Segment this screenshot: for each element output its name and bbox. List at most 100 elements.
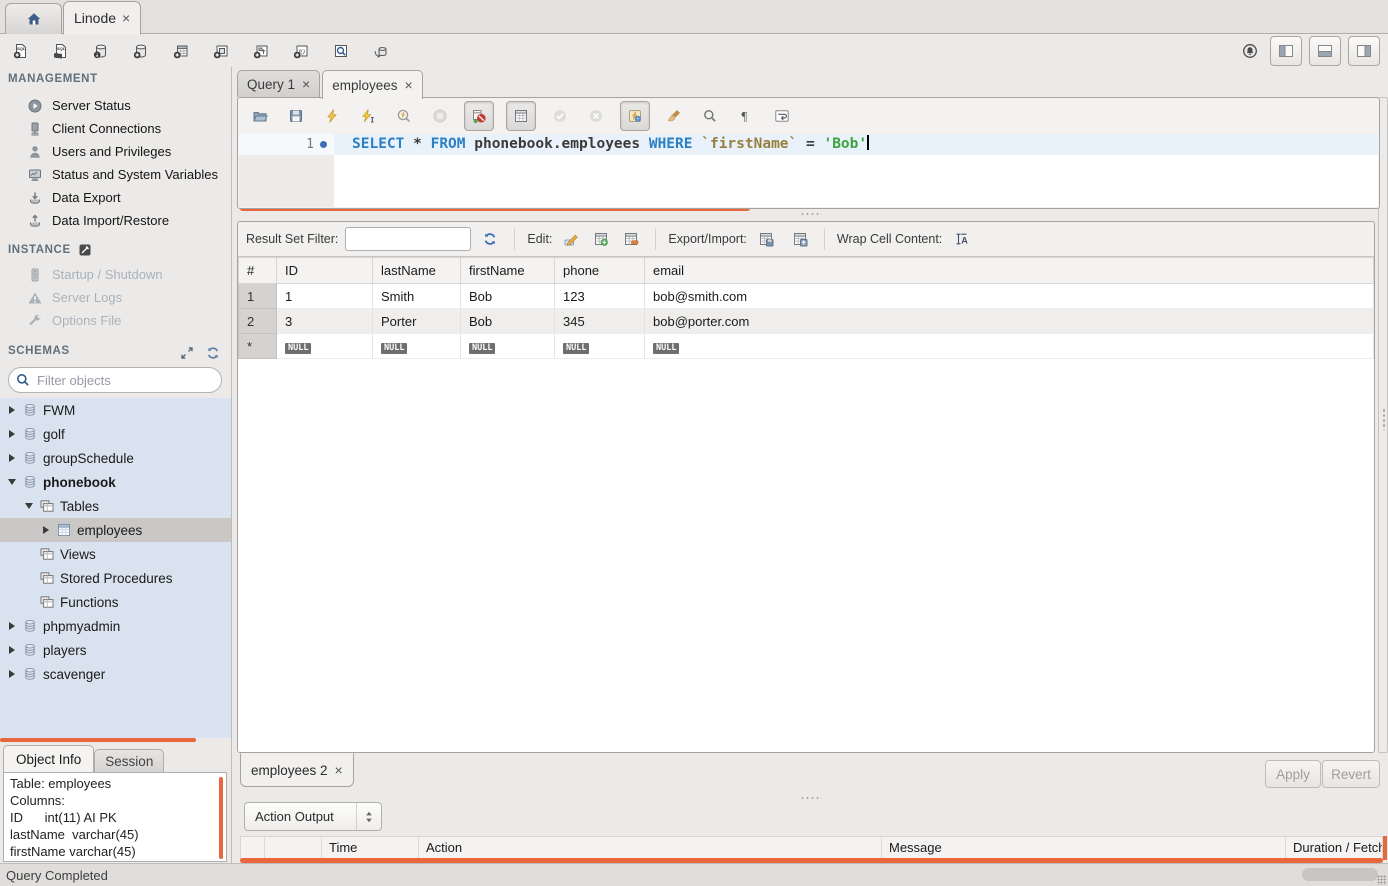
apply-button[interactable]: Apply — [1265, 760, 1321, 788]
sidebar-item-server-logs[interactable]: Server Logs — [0, 286, 231, 309]
chevron-right-icon[interactable] — [6, 622, 17, 630]
selector-stepper[interactable] — [356, 803, 381, 830]
open-file-button[interactable] — [248, 104, 272, 128]
resize-grip[interactable] — [1377, 875, 1387, 885]
tree-item-stored-procedures[interactable]: Stored Procedures — [0, 566, 231, 590]
close-icon[interactable]: × — [335, 762, 343, 778]
cell[interactable]: 1 — [277, 284, 373, 309]
cell[interactable]: Smith — [373, 284, 461, 309]
refresh-schemas-icon[interactable] — [205, 345, 221, 361]
close-icon[interactable]: × — [405, 77, 413, 93]
chevron-right-icon[interactable] — [6, 454, 17, 462]
refresh-button[interactable] — [478, 227, 502, 251]
output-column-time[interactable]: Time — [322, 837, 419, 858]
commit-button[interactable] — [548, 104, 572, 128]
create-table-button[interactable] — [168, 38, 194, 64]
execute-button[interactable] — [320, 104, 344, 128]
sidebar-item-startup-shutdown[interactable]: Startup / Shutdown — [0, 263, 231, 286]
tab-object-info[interactable]: Object Info — [3, 745, 94, 773]
tree-item-employees[interactable]: employees — [0, 518, 231, 542]
close-icon[interactable]: × — [302, 76, 310, 92]
tab-employees[interactable]: employees × — [322, 70, 422, 99]
chevron-right-icon[interactable] — [6, 406, 17, 414]
tree-item-functions[interactable]: Functions — [0, 590, 231, 614]
edit-record-button[interactable] — [559, 227, 583, 251]
object-info-scrollbar[interactable] — [219, 777, 223, 859]
autocommit-button[interactable] — [620, 101, 650, 131]
column-header-firstname[interactable]: firstName — [461, 258, 555, 284]
sidebar-item-options-file[interactable]: Options File — [0, 309, 231, 332]
sidebar-item-server-status[interactable]: Server Status — [0, 94, 231, 117]
bottom-scrollbar-thumb[interactable] — [1302, 868, 1378, 881]
add-record-button[interactable] — [589, 227, 613, 251]
output-column-message[interactable]: Message — [882, 837, 1286, 858]
revert-button[interactable]: Revert — [1322, 760, 1380, 788]
create-procedure-button[interactable] — [248, 38, 274, 64]
invisible-chars-button[interactable]: ¶ — [734, 104, 758, 128]
close-icon[interactable]: × — [122, 10, 130, 26]
cell[interactable]: NULL — [461, 334, 555, 359]
create-view-button[interactable] — [208, 38, 234, 64]
output-splitter[interactable] — [800, 796, 822, 800]
table-row[interactable]: 11SmithBob123bob@smith.com — [239, 284, 1374, 309]
wrap-content-button[interactable]: A — [949, 227, 973, 251]
chevron-down-icon[interactable] — [23, 503, 34, 509]
tree-item-phpmyadmin[interactable]: phpmyadmin — [0, 614, 231, 638]
right-panel-grip[interactable] — [1382, 408, 1386, 430]
sidebar-horizontal-scrollbar[interactable] — [0, 738, 196, 742]
sidebar-item-status-and-system-variables[interactable]: Status and System Variables — [0, 163, 231, 186]
import-records-button[interactable] — [788, 227, 812, 251]
explain-button[interactable] — [392, 104, 416, 128]
cell[interactable]: 3 — [277, 309, 373, 334]
action-output-horizontal-scrollbar[interactable] — [240, 858, 1383, 863]
toggle-bottom-panel-button[interactable] — [1309, 36, 1341, 66]
expand-icon[interactable] — [179, 345, 195, 361]
notifications-button[interactable] — [1237, 38, 1263, 64]
create-function-button[interactable]: f() — [288, 38, 314, 64]
cell[interactable]: NULL — [277, 334, 373, 359]
code-area[interactable]: SELECT * FROM phonebook.employees WHERE … — [334, 134, 1378, 207]
tab-session[interactable]: Session — [94, 749, 164, 773]
action-output-selector[interactable]: Action Output — [244, 802, 382, 831]
sidebar-item-data-export[interactable]: Data Export — [0, 186, 231, 209]
action-output-vertical-scrollbar[interactable] — [1383, 836, 1387, 860]
column-header-phone[interactable]: phone — [555, 258, 645, 284]
cell[interactable]: 345 — [555, 309, 645, 334]
home-tab[interactable] — [5, 3, 62, 34]
sidebar-item-client-connections[interactable]: Client Connections — [0, 117, 231, 140]
cell[interactable]: bob@porter.com — [645, 309, 1374, 334]
chevron-down-icon[interactable] — [6, 479, 17, 485]
sidebar-item-users-and-privileges[interactable]: Users and Privileges — [0, 140, 231, 163]
column-header-email[interactable]: email — [645, 258, 1374, 284]
cell[interactable]: 123 — [555, 284, 645, 309]
schema-filter-input[interactable] — [35, 372, 221, 389]
tree-item-groupschedule[interactable]: groupSchedule — [0, 446, 231, 470]
tree-item-scavenger[interactable]: scavenger — [0, 662, 231, 686]
tree-item-phonebook[interactable]: phonebook — [0, 470, 231, 494]
schema-info-button[interactable] — [88, 38, 114, 64]
column-header-lastname[interactable]: lastName — [373, 258, 461, 284]
reconnect-db-button[interactable] — [368, 38, 394, 64]
cell[interactable]: Porter — [373, 309, 461, 334]
limit-rows-button[interactable] — [506, 101, 536, 131]
placeholder-row[interactable]: *NULLNULLNULLNULLNULL — [239, 334, 1374, 359]
connection-tab[interactable]: Linode × — [63, 1, 141, 35]
result-set-filter-input[interactable] — [345, 227, 471, 251]
chevron-right-icon[interactable] — [6, 646, 17, 654]
sql-editor[interactable]: 1 SELECT * FROM phonebook.employees WHER… — [239, 134, 1378, 207]
chevron-right-icon[interactable] — [40, 526, 51, 534]
chevron-right-icon[interactable] — [6, 430, 17, 438]
toggle-stop-on-error-button[interactable] — [464, 101, 494, 131]
cell[interactable]: NULL — [373, 334, 461, 359]
output-column-empty[interactable] — [241, 837, 265, 858]
export-records-button[interactable] — [754, 227, 778, 251]
tree-item-golf[interactable]: golf — [0, 422, 231, 446]
cell[interactable]: Bob — [461, 309, 555, 334]
tree-item-fwm[interactable]: FWM — [0, 398, 231, 422]
editor-result-splitter[interactable] — [800, 212, 822, 216]
create-schema-button[interactable] — [128, 38, 154, 64]
tree-item-tables[interactable]: Tables — [0, 494, 231, 518]
toggle-left-panel-button[interactable] — [1270, 36, 1302, 66]
cell[interactable]: bob@smith.com — [645, 284, 1374, 309]
tab-query-1[interactable]: Query 1 × — [237, 70, 320, 97]
